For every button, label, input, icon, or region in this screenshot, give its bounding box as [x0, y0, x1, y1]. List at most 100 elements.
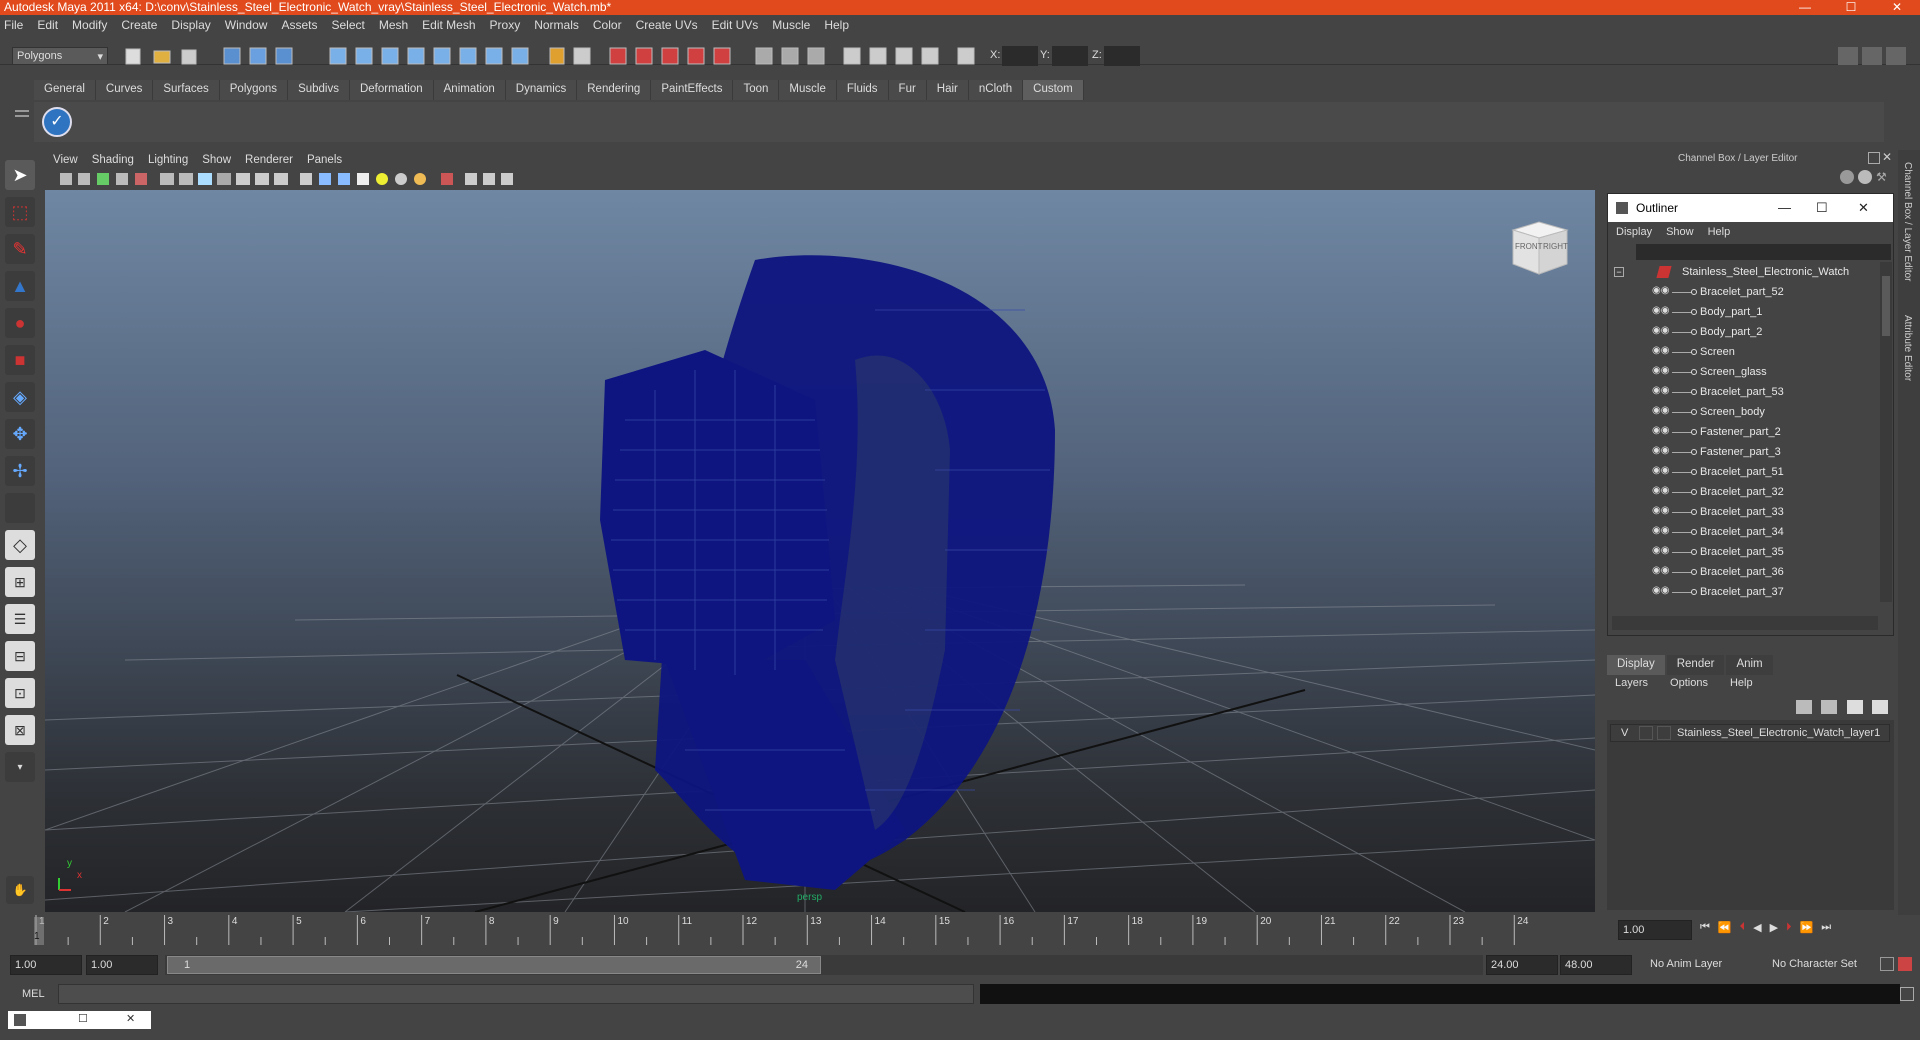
- shelf-tab-curves[interactable]: Curves: [95, 80, 154, 100]
- outliner-item[interactable]: ◉◉ Bracelet_part_33: [1608, 502, 1893, 522]
- preferences-icon[interactable]: [1898, 957, 1912, 971]
- side-tab-channel-box[interactable]: Channel Box / Layer Editor: [1902, 162, 1913, 282]
- view-cube-right[interactable]: RIGHT: [1543, 242, 1568, 251]
- mode-selector[interactable]: Polygons ▾: [12, 47, 108, 65]
- go-to-start-icon[interactable]: ⏮: [1700, 921, 1710, 939]
- shelf-tab-hair[interactable]: Hair: [926, 80, 969, 100]
- rotate-tool-icon[interactable]: ●: [5, 308, 35, 338]
- layer-row[interactable]: V Stainless_Steel_Electronic_Watch_layer…: [1610, 724, 1890, 742]
- anim-layer-selector[interactable]: No Anim Layer: [1646, 955, 1754, 975]
- view-cube-front[interactable]: FRONT: [1515, 242, 1543, 251]
- layer-tab-render[interactable]: Render: [1666, 655, 1725, 675]
- command-input[interactable]: [58, 984, 974, 1004]
- playback-start-field[interactable]: 1.00: [86, 955, 158, 975]
- viewport-menu-shading[interactable]: Shading: [92, 154, 134, 166]
- menu-color[interactable]: Color: [593, 18, 622, 32]
- manipulator-tool-icon[interactable]: ◈: [5, 382, 35, 412]
- shelf-tab-subdivs[interactable]: Subdivs: [288, 80, 350, 100]
- menu-edit-mesh[interactable]: Edit Mesh: [422, 18, 475, 32]
- animation-end-field[interactable]: 48.00: [1560, 955, 1632, 975]
- outliner-menu-display[interactable]: Display: [1616, 226, 1652, 238]
- maximize-button[interactable]: ☐: [1828, 0, 1874, 15]
- last-tool-icon[interactable]: [5, 493, 35, 523]
- menu-create-uvs[interactable]: Create UVs: [636, 18, 698, 32]
- outliner-layout-icon[interactable]: ☰: [5, 604, 35, 634]
- scale-tool-icon[interactable]: ■: [5, 345, 35, 375]
- play-backward-icon[interactable]: ◀: [1753, 921, 1761, 939]
- outliner-item[interactable]: ◉◉ Body_part_1: [1608, 302, 1893, 322]
- viewport-menu-view[interactable]: View: [53, 154, 78, 166]
- outliner-item[interactable]: ◉◉ Fastener_part_3: [1608, 442, 1893, 462]
- panel-toggle-icon[interactable]: [1862, 47, 1882, 65]
- viewport-menu-show[interactable]: Show: [202, 154, 231, 166]
- outliner-menu-help[interactable]: Help: [1708, 226, 1731, 238]
- shelf-tab-surfaces[interactable]: Surfaces: [153, 80, 220, 100]
- outliner-item[interactable]: ◉◉ Bracelet_part_52: [1608, 282, 1893, 302]
- step-back-key-icon[interactable]: ⏪: [1718, 921, 1732, 939]
- outliner-item[interactable]: ◉◉ Bracelet_part_32: [1608, 482, 1893, 502]
- select-tool-icon[interactable]: ➤: [5, 160, 35, 190]
- show-manipulator-icon[interactable]: ✢: [5, 456, 35, 486]
- move-layer-up-icon[interactable]: [1846, 700, 1863, 714]
- shelf-tab-dynamics[interactable]: Dynamics: [505, 80, 578, 100]
- float-panel-icon[interactable]: [1868, 152, 1880, 164]
- sphere-icon[interactable]: [1840, 170, 1854, 184]
- step-forward-frame-icon[interactable]: ⏵: [1786, 921, 1792, 939]
- menu-file[interactable]: File: [4, 18, 23, 32]
- command-language[interactable]: MEL: [22, 988, 45, 1000]
- menu-proxy[interactable]: Proxy: [490, 18, 521, 32]
- channel-toggle-icon[interactable]: [1886, 47, 1906, 65]
- outliner-minimize-button[interactable]: —: [1778, 194, 1791, 222]
- checkmark-icon[interactable]: ✓: [42, 107, 72, 137]
- half-sphere-icon[interactable]: [1858, 170, 1872, 184]
- outliner-item[interactable]: ◉◉ Screen_body: [1608, 402, 1893, 422]
- menu-create[interactable]: Create: [121, 18, 157, 32]
- outliner-item[interactable]: ◉◉ Bracelet_part_34: [1608, 522, 1893, 542]
- graph-layout-icon[interactable]: ⊟: [5, 641, 35, 671]
- new-layer-icon[interactable]: [1796, 700, 1812, 714]
- script-editor-icon[interactable]: [1900, 987, 1914, 1001]
- menu-edit[interactable]: Edit: [37, 18, 58, 32]
- shelf-tab-muscle[interactable]: Muscle: [779, 80, 837, 100]
- menu-modify[interactable]: Modify: [72, 18, 107, 32]
- side-tab-attribute-editor[interactable]: Attribute Editor: [1902, 315, 1913, 381]
- menu-normals[interactable]: Normals: [534, 18, 579, 32]
- shelf-tab-fluids[interactable]: Fluids: [836, 80, 889, 100]
- menu-select[interactable]: Select: [331, 18, 364, 32]
- minimize-button[interactable]: —: [1782, 0, 1828, 15]
- collapse-icon[interactable]: ▾: [5, 752, 35, 782]
- layer-menu-layers[interactable]: Layers: [1607, 677, 1648, 689]
- minimized-window[interactable]: ☐ ✕: [8, 1011, 151, 1029]
- y-field[interactable]: [1052, 46, 1088, 66]
- collapse-icon[interactable]: −: [1614, 267, 1624, 277]
- shelf-tab-ncloth[interactable]: nCloth: [968, 80, 1024, 100]
- soft-mod-tool-icon[interactable]: ✥: [5, 419, 35, 449]
- shelf-tab-animation[interactable]: Animation: [433, 80, 506, 100]
- animation-start-field[interactable]: 1.00: [10, 955, 82, 975]
- viewport-menu-panels[interactable]: Panels: [307, 154, 342, 166]
- menu-edit-uvs[interactable]: Edit UVs: [712, 18, 759, 32]
- menu-muscle[interactable]: Muscle: [772, 18, 810, 32]
- current-frame-field[interactable]: 1.00: [1618, 920, 1692, 940]
- script-layout-icon[interactable]: ⊠: [5, 715, 35, 745]
- shelf-tab-toon[interactable]: Toon: [733, 80, 780, 100]
- layer-menu-options[interactable]: Options: [1662, 677, 1708, 689]
- paint-select-tool-icon[interactable]: ✎: [5, 234, 35, 264]
- outliner-item[interactable]: ◉◉ Bracelet_part_35: [1608, 542, 1893, 562]
- view-cube[interactable]: FRONT RIGHT: [1505, 218, 1571, 278]
- step-back-frame-icon[interactable]: ⏴: [1740, 921, 1746, 939]
- outliner-vscrollbar[interactable]: [1880, 262, 1892, 602]
- range-slider[interactable]: 1 24: [165, 955, 1483, 975]
- layer-tab-anim[interactable]: Anim: [1726, 655, 1773, 675]
- move-layer-down-icon[interactable]: [1872, 700, 1889, 714]
- outliner-root-row[interactable]: − Stainless_Steel_Electronic_Watch: [1608, 262, 1893, 282]
- wrench-icon[interactable]: ⚒: [1876, 170, 1890, 184]
- outliner-item[interactable]: ◉◉ Body_part_2: [1608, 322, 1893, 342]
- outliner-menu-show[interactable]: Show: [1666, 226, 1694, 238]
- outliner-maximize-button[interactable]: ☐: [1816, 194, 1828, 222]
- menu-mesh[interactable]: Mesh: [379, 18, 408, 32]
- shelf-tab-custom[interactable]: Custom: [1023, 80, 1084, 100]
- new-layer-selected-icon[interactable]: [1821, 700, 1838, 714]
- outliner-item[interactable]: ◉◉ Bracelet_part_36: [1608, 562, 1893, 582]
- close-panel-icon[interactable]: ✕: [1882, 150, 1896, 164]
